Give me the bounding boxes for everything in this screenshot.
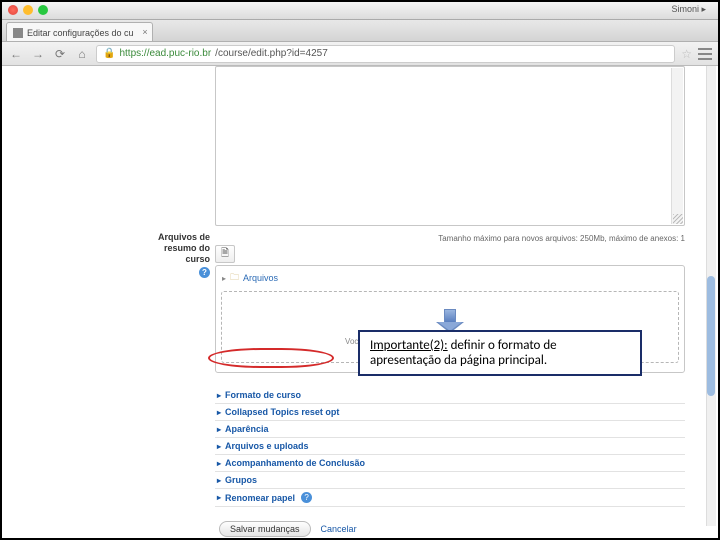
editor-scrollbar[interactable] xyxy=(671,68,683,224)
file-path[interactable]: ▸ 🗀 Arquivos xyxy=(218,268,682,288)
browser-toolbar: ← → ⟳ ⌂ 🔒 https://ead.puc-rio.br/course/… xyxy=(2,42,718,66)
chevron-right-icon: ▸ xyxy=(217,391,221,400)
callout-text-2: apresentação da página principal. xyxy=(370,353,547,368)
lock-icon: 🔒 xyxy=(103,48,115,59)
window-zoom-button[interactable] xyxy=(38,5,48,15)
url-host: https://ead.puc-rio.br xyxy=(119,48,211,59)
back-button[interactable]: ← xyxy=(8,46,24,62)
upload-label: Arquivos de resumo do curso ? xyxy=(132,232,210,278)
section-collapsed-topics-reset[interactable]: ▸ Collapsed Topics reset opt xyxy=(215,404,685,421)
page-content: Arquivos de resumo do curso ? Tamanho má… xyxy=(2,66,718,538)
favicon-icon xyxy=(13,28,23,38)
section-grupos[interactable]: ▸ Grupos xyxy=(215,472,685,489)
tab-title: Editar configurações do cu xyxy=(27,28,134,38)
section-list: ▸ Formato de curso ▸ Collapsed Topics re… xyxy=(215,387,685,507)
chevron-right-icon: ▸ xyxy=(217,493,221,502)
file-path-label: Arquivos xyxy=(243,273,278,283)
forward-button[interactable]: → xyxy=(30,46,46,62)
home-button[interactable]: ⌂ xyxy=(74,46,90,62)
annotation-callout: Importante(2): definir o formato de apre… xyxy=(358,330,642,376)
chevron-right-icon: ▸ xyxy=(217,476,221,485)
browser-tab[interactable]: Editar configurações do cu × xyxy=(6,22,153,41)
section-renomear-papel[interactable]: ▸ Renomear papel ? xyxy=(215,489,685,507)
address-bar[interactable]: 🔒 https://ead.puc-rio.br/course/edit.php… xyxy=(96,45,675,63)
upload-hint: Tamanho máximo para novos arquivos: 250M… xyxy=(215,234,685,243)
section-aparencia[interactable]: ▸ Aparência xyxy=(215,421,685,438)
section-label: Formato de curso xyxy=(225,390,301,400)
download-arrow-icon xyxy=(436,309,464,333)
section-label: Collapsed Topics reset opt xyxy=(225,407,339,417)
menu-icon[interactable] xyxy=(698,48,712,60)
bookmark-icon[interactable]: ☆ xyxy=(681,47,692,61)
section-label: Grupos xyxy=(225,475,257,485)
section-label: Renomear papel xyxy=(225,493,295,503)
help-icon[interactable]: ? xyxy=(199,267,210,278)
folder-icon: 🗀 xyxy=(230,270,239,286)
add-file-button[interactable]: 🗎 xyxy=(215,245,235,263)
chevron-right-icon: ▸ xyxy=(222,274,226,283)
window-minimize-button[interactable] xyxy=(23,5,33,15)
window-user-label: Simoni ▸ xyxy=(671,4,706,15)
reload-button[interactable]: ⟳ xyxy=(52,46,68,62)
chevron-right-icon: ▸ xyxy=(217,425,221,434)
url-path: /course/edit.php?id=4257 xyxy=(215,48,328,59)
callout-title: Importante(2): xyxy=(370,338,448,353)
chevron-right-icon: ▸ xyxy=(217,408,221,417)
editor-resize-handle[interactable] xyxy=(673,214,683,224)
scrollbar-thumb[interactable] xyxy=(707,276,715,396)
save-button[interactable]: Salvar mudanças xyxy=(219,521,311,537)
summary-editor[interactable] xyxy=(215,66,685,226)
section-arquivos-e-uploads[interactable]: ▸ Arquivos e uploads xyxy=(215,438,685,455)
section-label: Aparência xyxy=(225,424,269,434)
page-scrollbar[interactable] xyxy=(706,66,716,526)
window-titlebar: Simoni ▸ xyxy=(2,2,718,20)
section-formato-de-curso[interactable]: ▸ Formato de curso xyxy=(215,387,685,404)
window-close-button[interactable] xyxy=(8,5,18,15)
section-label: Acompanhamento de Conclusão xyxy=(225,458,365,468)
tab-close-icon[interactable]: × xyxy=(142,27,147,37)
help-icon[interactable]: ? xyxy=(301,492,312,503)
browser-tabstrip: Editar configurações do cu × xyxy=(2,20,718,42)
cancel-link[interactable]: Cancelar xyxy=(321,524,357,534)
chevron-right-icon: ▸ xyxy=(217,459,221,468)
section-label: Arquivos e uploads xyxy=(225,441,309,451)
chevron-right-icon: ▸ xyxy=(217,442,221,451)
section-acompanhamento-conclusao[interactable]: ▸ Acompanhamento de Conclusão xyxy=(215,455,685,472)
callout-text-1: definir o formato de xyxy=(448,338,557,353)
